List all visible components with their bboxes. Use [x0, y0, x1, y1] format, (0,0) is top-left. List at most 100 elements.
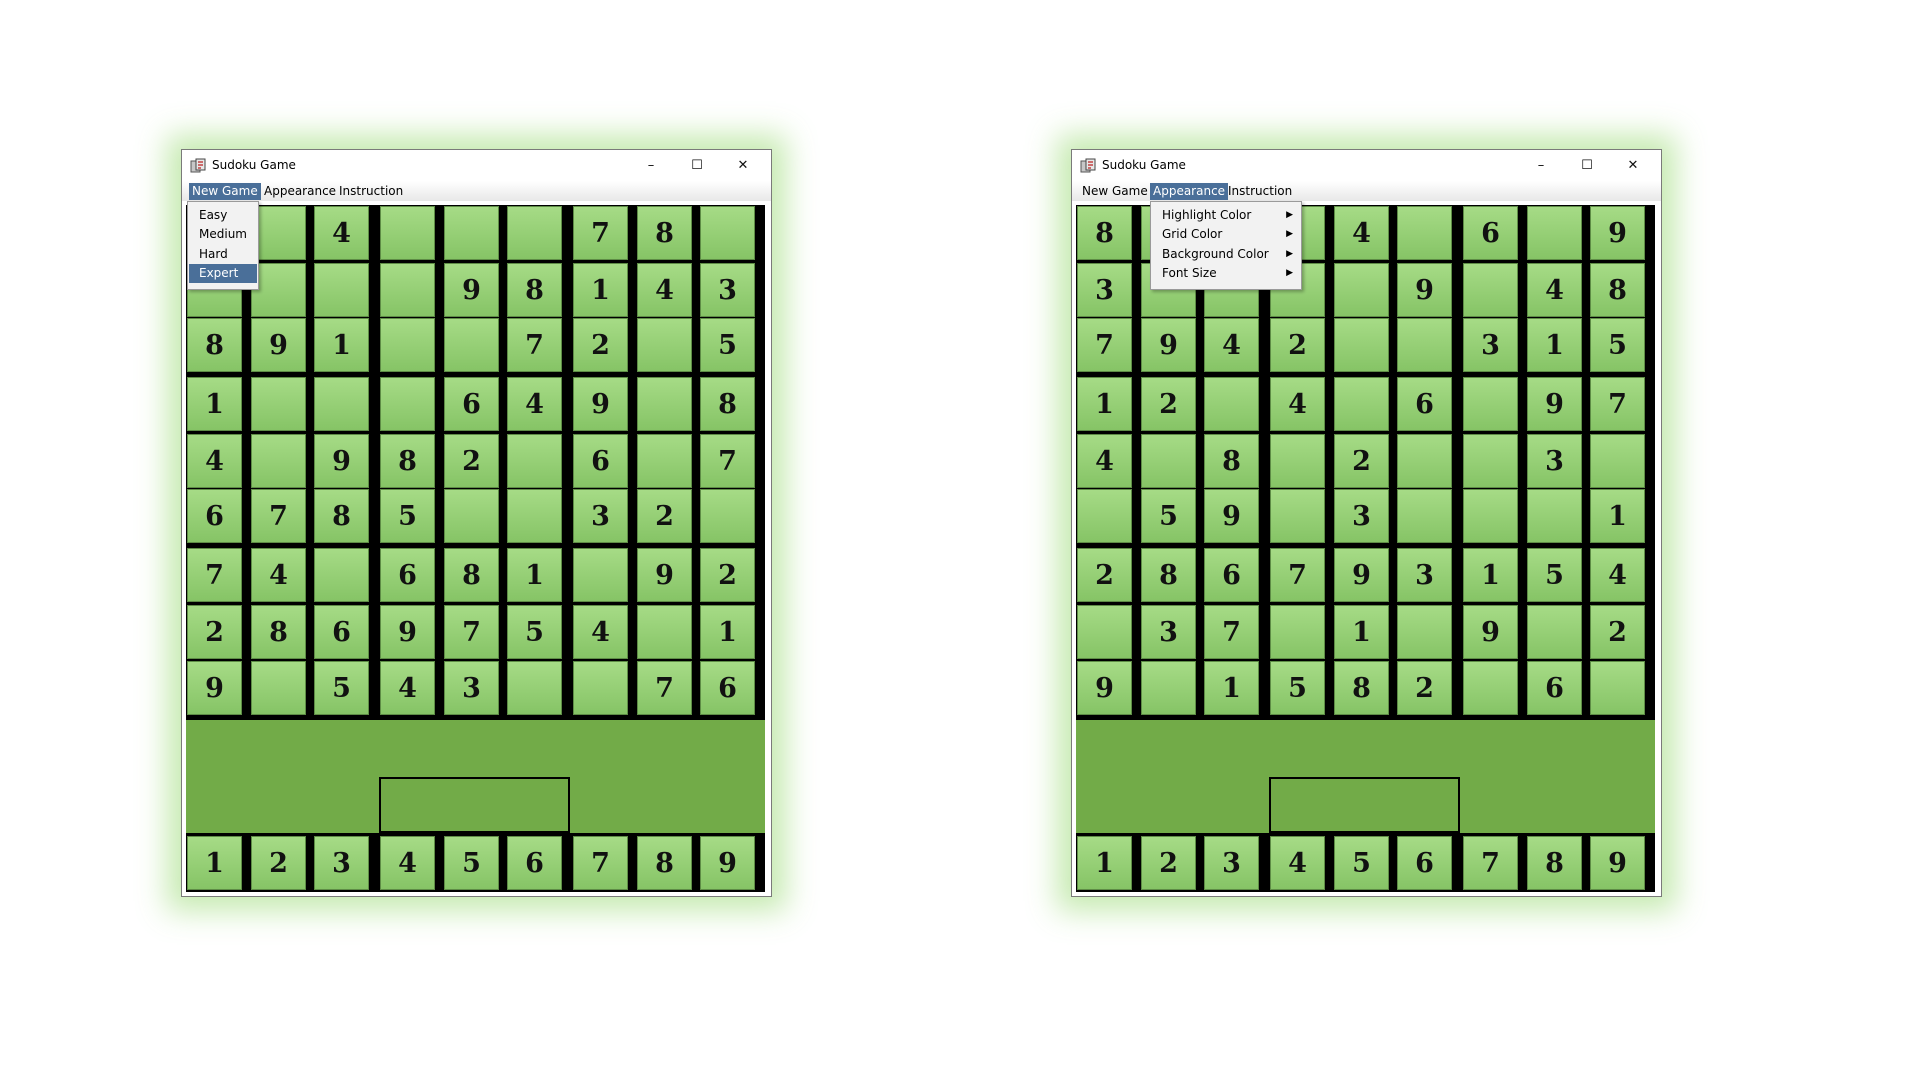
sudoku-cell[interactable]: 4: [1334, 206, 1389, 260]
number-pad-button[interactable]: 1: [1077, 836, 1132, 890]
sudoku-cell[interactable]: 2: [1141, 377, 1196, 431]
number-pad-button[interactable]: 7: [573, 836, 628, 890]
sudoku-cell[interactable]: 7: [444, 605, 499, 659]
sudoku-cell[interactable]: [380, 318, 435, 372]
sudoku-cell[interactable]: [1270, 489, 1325, 543]
sudoku-cell[interactable]: 4: [314, 206, 369, 260]
menu-item-hard[interactable]: Hard: [189, 245, 257, 264]
sudoku-cell[interactable]: 8: [1204, 434, 1259, 488]
sudoku-cell[interactable]: 4: [1527, 263, 1582, 317]
sudoku-cell[interactable]: 8: [1141, 548, 1196, 602]
sudoku-cell[interactable]: 3: [1077, 263, 1132, 317]
sudoku-cell[interactable]: 2: [1270, 318, 1325, 372]
title-bar[interactable]: Sudoku Game – ☐ ✕: [182, 150, 771, 181]
sudoku-cell[interactable]: 7: [1270, 548, 1325, 602]
sudoku-cell[interactable]: 2: [187, 605, 242, 659]
sudoku-cell[interactable]: [380, 377, 435, 431]
sudoku-cell[interactable]: [573, 548, 628, 602]
sudoku-cell[interactable]: [1334, 377, 1389, 431]
sudoku-cell[interactable]: [637, 377, 692, 431]
sudoku-cell[interactable]: 4: [507, 377, 562, 431]
sudoku-cell[interactable]: [251, 377, 306, 431]
number-pad-button[interactable]: 8: [637, 836, 692, 890]
sudoku-cell[interactable]: [380, 263, 435, 317]
sudoku-cell[interactable]: 9: [1463, 605, 1518, 659]
menu-appearance[interactable]: Appearance: [1150, 183, 1229, 200]
sudoku-cell[interactable]: [444, 318, 499, 372]
sudoku-cell[interactable]: 1: [187, 377, 242, 431]
sudoku-cell[interactable]: 7: [251, 489, 306, 543]
number-pad-button[interactable]: 2: [1141, 836, 1196, 890]
sudoku-cell[interactable]: [1463, 661, 1518, 715]
number-pad-button[interactable]: 2: [251, 836, 306, 890]
sudoku-cell[interactable]: [251, 263, 306, 317]
sudoku-cell[interactable]: 2: [1590, 605, 1645, 659]
sudoku-cell[interactable]: [1527, 489, 1582, 543]
sudoku-cell[interactable]: 9: [637, 548, 692, 602]
sudoku-cell[interactable]: 6: [187, 489, 242, 543]
menu-item-grid-color[interactable]: Grid Color ▶: [1152, 225, 1300, 244]
menu-new-game[interactable]: New Game: [1079, 183, 1151, 200]
sudoku-cell[interactable]: 4: [251, 548, 306, 602]
sudoku-cell[interactable]: 9: [380, 605, 435, 659]
sudoku-cell[interactable]: [1463, 377, 1518, 431]
sudoku-cell[interactable]: 6: [1204, 548, 1259, 602]
sudoku-cell[interactable]: [1397, 434, 1452, 488]
sudoku-cell[interactable]: 4: [187, 434, 242, 488]
minimize-button[interactable]: –: [1518, 150, 1564, 181]
sudoku-cell[interactable]: 5: [1527, 548, 1582, 602]
sudoku-cell[interactable]: 8: [637, 206, 692, 260]
sudoku-cell[interactable]: [1527, 206, 1582, 260]
sudoku-cell[interactable]: 4: [1590, 548, 1645, 602]
sudoku-cell[interactable]: [1270, 605, 1325, 659]
sudoku-cell[interactable]: [251, 206, 306, 260]
sudoku-cell[interactable]: [573, 661, 628, 715]
sudoku-cell[interactable]: 9: [573, 377, 628, 431]
maximize-button[interactable]: ☐: [674, 150, 720, 181]
sudoku-cell[interactable]: 3: [573, 489, 628, 543]
sudoku-cell[interactable]: 9: [1334, 548, 1389, 602]
sudoku-cell[interactable]: 4: [380, 661, 435, 715]
sudoku-cell[interactable]: 7: [573, 206, 628, 260]
sudoku-cell[interactable]: 9: [444, 263, 499, 317]
sudoku-cell[interactable]: 8: [1334, 661, 1389, 715]
sudoku-cell[interactable]: 6: [444, 377, 499, 431]
sudoku-cell[interactable]: 7: [700, 434, 755, 488]
sudoku-cell[interactable]: 8: [314, 489, 369, 543]
sudoku-cell[interactable]: [1463, 489, 1518, 543]
sudoku-cell[interactable]: [1590, 434, 1645, 488]
sudoku-cell[interactable]: 1: [700, 605, 755, 659]
sudoku-cell[interactable]: 4: [573, 605, 628, 659]
sudoku-cell[interactable]: 1: [573, 263, 628, 317]
sudoku-cell[interactable]: [700, 489, 755, 543]
sudoku-cell[interactable]: 1: [1077, 377, 1132, 431]
sudoku-cell[interactable]: 5: [700, 318, 755, 372]
number-pad-button[interactable]: 5: [1334, 836, 1389, 890]
sudoku-cell[interactable]: [1590, 661, 1645, 715]
sudoku-cell[interactable]: 8: [187, 318, 242, 372]
sudoku-cell[interactable]: 9: [187, 661, 242, 715]
sudoku-cell[interactable]: 8: [700, 377, 755, 431]
number-pad-button[interactable]: 3: [1204, 836, 1259, 890]
sudoku-cell[interactable]: 7: [1590, 377, 1645, 431]
sudoku-cell[interactable]: [314, 263, 369, 317]
sudoku-cell[interactable]: 6: [1527, 661, 1582, 715]
sudoku-cell[interactable]: 1: [1590, 489, 1645, 543]
sudoku-cell[interactable]: 3: [444, 661, 499, 715]
sudoku-cell[interactable]: [1397, 206, 1452, 260]
sudoku-cell[interactable]: 8: [1590, 263, 1645, 317]
menu-instruction[interactable]: Instruction: [1225, 183, 1295, 200]
sudoku-cell[interactable]: 5: [507, 605, 562, 659]
number-pad-button[interactable]: 6: [1397, 836, 1452, 890]
sudoku-cell[interactable]: 4: [1204, 318, 1259, 372]
sudoku-cell[interactable]: 8: [507, 263, 562, 317]
sudoku-cell[interactable]: [1141, 661, 1196, 715]
sudoku-cell[interactable]: [1334, 263, 1389, 317]
sudoku-cell[interactable]: [700, 206, 755, 260]
sudoku-cell[interactable]: 7: [1077, 318, 1132, 372]
number-pad-button[interactable]: 4: [1270, 836, 1325, 890]
menu-item-font-size[interactable]: Font Size ▶: [1152, 264, 1300, 283]
number-pad-button[interactable]: 5: [444, 836, 499, 890]
menu-item-easy[interactable]: Easy: [189, 206, 257, 225]
sudoku-cell[interactable]: 3: [1334, 489, 1389, 543]
